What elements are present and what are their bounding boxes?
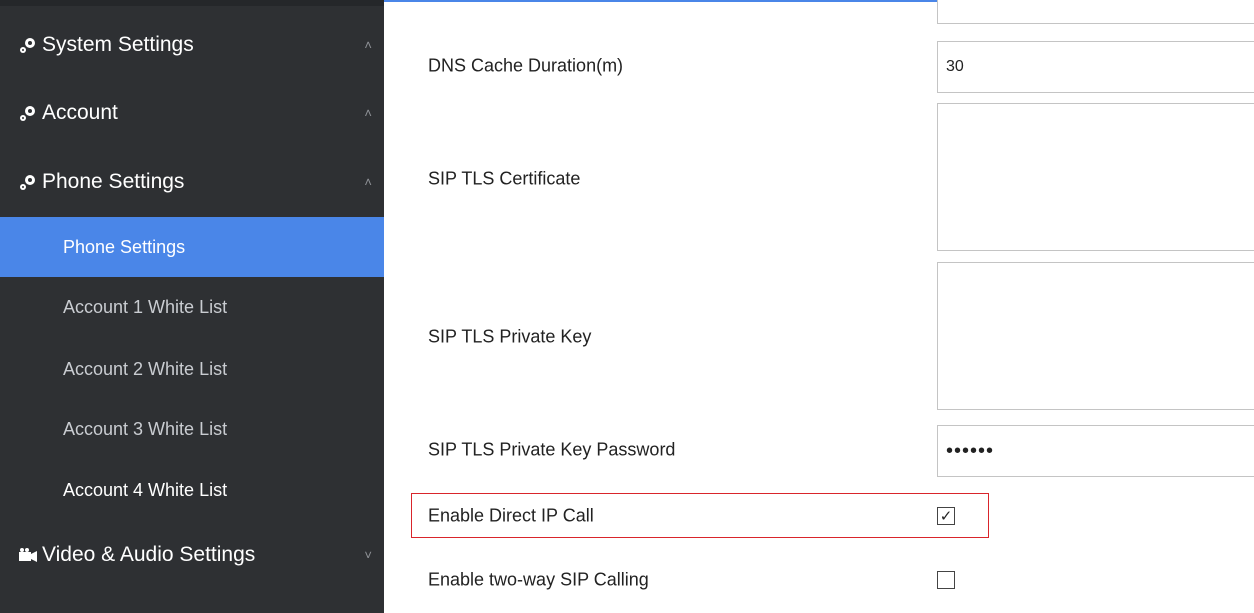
sip-tls-private-key-textarea[interactable] xyxy=(937,262,1254,410)
sidebar-item-account-2-white-list[interactable]: Account 2 White List xyxy=(0,339,384,399)
sidebar-item-label: Account 4 White List xyxy=(63,479,228,500)
sidebar-item-label: Account 1 White List xyxy=(63,296,228,317)
sidebar-item-account-3-white-list[interactable]: Account 3 White List xyxy=(0,399,384,459)
gears-icon xyxy=(20,175,35,190)
chevron-up-icon: ˄ xyxy=(364,174,372,190)
checkmark-icon: ✓ xyxy=(939,507,953,525)
previous-setting-field[interactable] xyxy=(937,0,1254,24)
sidebar-item-label: Phone Settings xyxy=(63,236,186,257)
sidebar-group-account[interactable]: Account ˄ xyxy=(0,83,384,143)
sip-tls-certificate-label: SIP TLS Certificate xyxy=(428,168,581,189)
sidebar-item-account-1-white-list[interactable]: Account 1 White List xyxy=(0,277,384,337)
sidebar-group-label: Phone Settings xyxy=(42,170,185,193)
enable-two-way-sip-calling-label: Enable two-way SIP Calling xyxy=(428,569,649,590)
sip-tls-certificate-textarea[interactable] xyxy=(937,103,1254,251)
sip-tls-private-key-password-label: SIP TLS Private Key Password xyxy=(428,439,676,460)
sidebar-item-account-4-white-list[interactable]: Account 4 White List xyxy=(0,460,384,520)
chevron-up-icon: ˄ xyxy=(364,37,372,53)
camera-icon xyxy=(19,548,37,562)
sip-tls-private-key-password-input[interactable]: •••••• xyxy=(937,425,1254,477)
password-masked-value: •••••• xyxy=(946,439,995,462)
sidebar-top-edge xyxy=(0,0,384,6)
gears-icon xyxy=(20,106,35,121)
dns-cache-duration-label: DNS Cache Duration(m) xyxy=(428,55,624,76)
sidebar-group-label: Account xyxy=(42,101,118,124)
sidebar-group-label: System Settings xyxy=(42,33,194,56)
sidebar-group-system-settings[interactable]: System Settings ˄ xyxy=(0,15,384,75)
chevron-down-icon: ˅ xyxy=(364,547,372,563)
sidebar-item-label: Account 2 White List xyxy=(63,358,228,379)
enable-direct-ip-call-label: Enable Direct IP Call xyxy=(428,505,594,526)
gears-icon xyxy=(20,38,35,53)
chevron-up-icon: ˄ xyxy=(364,105,372,121)
enable-two-way-sip-calling-checkbox[interactable] xyxy=(937,571,955,589)
settings-content: DNS Cache Duration(m) 30 SIP TLS Certifi… xyxy=(384,0,1254,613)
sidebar-item-label: Account 3 White List xyxy=(63,418,228,439)
sidebar-item-phone-settings[interactable]: Phone Settings xyxy=(0,217,384,277)
enable-direct-ip-call-checkbox[interactable]: ✓ xyxy=(937,507,955,525)
sip-tls-private-key-label: SIP TLS Private Key xyxy=(428,326,592,347)
sidebar-group-label: Video & Audio Settings xyxy=(42,543,256,566)
sidebar-group-video-audio-settings[interactable]: Video & Audio Settings ˅ xyxy=(0,525,384,585)
dns-cache-duration-input[interactable]: 30 xyxy=(937,41,1254,93)
sidebar-nav: System Settings ˄ Account ˄ Phone Settin… xyxy=(0,0,384,613)
dns-cache-duration-value: 30 xyxy=(946,58,964,75)
sidebar-group-phone-settings[interactable]: Phone Settings ˄ xyxy=(0,152,384,212)
